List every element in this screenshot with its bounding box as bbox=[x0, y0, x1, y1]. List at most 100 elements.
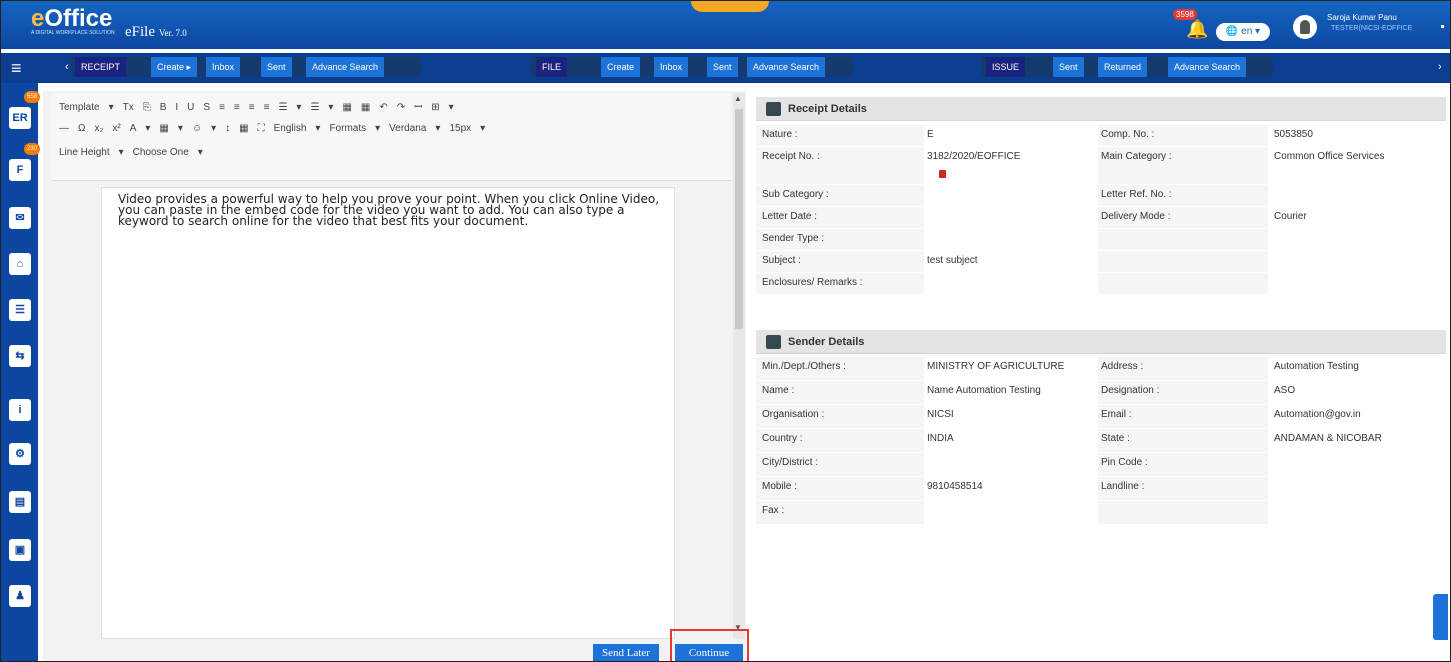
attachment-marker-icon[interactable] bbox=[939, 170, 946, 178]
nav-right-chevron-icon[interactable]: › bbox=[1438, 61, 1442, 73]
nav-receipt-inbox[interactable]: Inbox bbox=[206, 57, 241, 77]
field-value: Courier bbox=[1274, 211, 1307, 222]
toolbar-row2-item[interactable]: A bbox=[130, 123, 137, 134]
nav-receipt[interactable]: RECEIPT bbox=[75, 57, 127, 77]
toolbar-row2-item[interactable]: Formats bbox=[329, 123, 366, 134]
toolbar-row2-item[interactable]: English bbox=[274, 123, 307, 134]
toolbar-row2-item[interactable]: ▾ bbox=[480, 123, 485, 134]
toolbar-row2-item[interactable]: ↕ bbox=[225, 123, 230, 134]
header-more-dot bbox=[1441, 25, 1444, 28]
toolbar-row2-item[interactable]: Verdana bbox=[389, 123, 426, 134]
field-value: 5053850 bbox=[1274, 129, 1313, 140]
toolbar-row1-item[interactable]: ⎘ bbox=[143, 102, 151, 113]
receipt-count-badge: 558 bbox=[24, 91, 40, 103]
toolbar-row3-item[interactable]: ▾ bbox=[119, 147, 124, 158]
nav-issue-returned[interactable]: Returned bbox=[1098, 57, 1148, 77]
toolbar-row3-item[interactable]: ▾ bbox=[198, 147, 203, 158]
editor-content-area[interactable]: Video provides a powerful way to help yo… bbox=[101, 187, 675, 639]
field-label: State : bbox=[1101, 433, 1130, 444]
settings-menu-icon[interactable]: ⚙ bbox=[9, 443, 31, 465]
editor-scrollbar-thumb[interactable] bbox=[735, 109, 743, 329]
label-cell-bg bbox=[1098, 273, 1268, 294]
nav-issue-advance-search[interactable]: Advance Search bbox=[1168, 57, 1247, 77]
toolbar-row1-item[interactable]: ≡ bbox=[264, 102, 270, 113]
user-settings-icon[interactable]: ♟ bbox=[9, 585, 31, 607]
editor-text[interactable]: Video provides a powerful way to help yo… bbox=[118, 193, 663, 227]
home-menu-icon[interactable]: ⌂ bbox=[9, 253, 31, 275]
nav-file-sent[interactable]: Sent bbox=[707, 57, 738, 77]
toolbar-row1-item[interactable]: ▦ bbox=[361, 102, 370, 113]
nav-file-advance-search[interactable]: Advance Search bbox=[747, 57, 826, 77]
toolbar-row1-item[interactable]: B bbox=[160, 102, 167, 113]
avatar[interactable] bbox=[1293, 15, 1317, 39]
toolbar-row1-item[interactable]: Tx bbox=[123, 102, 134, 113]
dak-menu-icon[interactable]: ✉ bbox=[9, 207, 31, 229]
nav-file-create[interactable]: Create bbox=[601, 57, 641, 77]
toolbar-row2-item[interactable]: x₂ bbox=[94, 123, 103, 134]
app-frame: eOffice A DIGITAL WORKPLACE SOLUTION eFi… bbox=[0, 0, 1451, 662]
field-value: ASO bbox=[1274, 385, 1296, 396]
transfer-menu-icon[interactable]: ⇆ bbox=[9, 345, 31, 367]
nav-issue-sent[interactable]: Sent bbox=[1053, 57, 1084, 77]
toolbar-row2-item[interactable]: 15px bbox=[449, 123, 471, 134]
receipt-menu-icon[interactable]: ER bbox=[9, 107, 31, 129]
send-later-button[interactable]: Send Later bbox=[593, 644, 659, 661]
collapse-header-tab[interactable] bbox=[691, 1, 769, 12]
scroll-up-icon[interactable]: ▲ bbox=[734, 94, 742, 103]
toolbar-row1-item[interactable]: ▾ bbox=[328, 102, 333, 113]
toolbar-row1-item[interactable]: ☰ bbox=[310, 102, 319, 113]
toolbar-row1-item[interactable]: ↶ bbox=[379, 102, 387, 113]
toolbar-row1-item[interactable]: ≡ bbox=[234, 102, 240, 113]
toolbar-row2-item[interactable]: ▾ bbox=[178, 123, 183, 134]
toolbar-row2-item[interactable]: ☺ bbox=[192, 123, 202, 134]
tracking-menu-icon[interactable]: i bbox=[9, 399, 31, 421]
toolbar-row1-item[interactable]: ꟷ bbox=[414, 102, 422, 113]
toolbar-row1-item[interactable]: U bbox=[187, 102, 194, 113]
toolbar-row1-item[interactable]: Template bbox=[59, 102, 100, 113]
toolbar-row1-item[interactable]: ▦ bbox=[342, 102, 351, 113]
side-panel-toggle[interactable] bbox=[1433, 594, 1448, 640]
nav-file-inbox[interactable]: Inbox bbox=[654, 57, 689, 77]
toolbar-row1-item[interactable]: ▾ bbox=[296, 102, 301, 113]
label-cell-bg bbox=[1098, 251, 1268, 272]
toolbar-row2-item[interactable]: x² bbox=[112, 123, 120, 134]
nav-receipt-create[interactable]: Create ▸ bbox=[151, 57, 198, 77]
toolbar-row2-item[interactable]: ▾ bbox=[435, 123, 440, 134]
personal-register-icon[interactable]: ☰ bbox=[9, 299, 31, 321]
toolbar-row1-item[interactable]: ▾ bbox=[109, 102, 114, 113]
nav-file[interactable]: FILE bbox=[536, 57, 568, 77]
nav-receipt-advance-search[interactable]: Advance Search bbox=[306, 57, 385, 77]
toolbar-row2-item[interactable]: Ω bbox=[78, 123, 85, 134]
nav-issue[interactable]: ISSUE bbox=[986, 57, 1026, 77]
eoffice-logo[interactable]: eOffice bbox=[31, 5, 112, 33]
toolbar-row3-item[interactable]: Line Height bbox=[59, 147, 110, 158]
toolbar-row2-item[interactable]: ⛶ bbox=[258, 123, 265, 134]
nav-left-chevron-icon[interactable]: ‹ bbox=[65, 61, 69, 73]
user-name[interactable]: Saroja Kumar Panu bbox=[1327, 13, 1397, 22]
nav-receipt-sent[interactable]: Sent bbox=[261, 57, 292, 77]
toolbar-row3-item[interactable]: Choose One bbox=[133, 147, 189, 158]
toolbar-row1-item[interactable]: ≡ bbox=[219, 102, 225, 113]
bell-icon[interactable]: 🔔 bbox=[1186, 19, 1208, 39]
archive-menu-icon[interactable]: ▣ bbox=[9, 539, 31, 561]
hamburger-icon[interactable]: ≡ bbox=[11, 59, 29, 77]
toolbar-row1-item[interactable]: I bbox=[175, 102, 178, 113]
file-menu-icon[interactable]: F bbox=[9, 159, 31, 181]
toolbar-row1-item[interactable]: ↷ bbox=[397, 102, 405, 113]
toolbar-row2-item[interactable]: ▾ bbox=[375, 123, 380, 134]
toolbar-row2-item[interactable]: ▦ bbox=[159, 123, 168, 134]
toolbar-row1-item[interactable]: ▾ bbox=[449, 102, 454, 113]
toolbar-row1-item[interactable]: ☰ bbox=[278, 102, 287, 113]
toolbar-row2-item[interactable]: — bbox=[59, 123, 69, 134]
toolbar-row2-item[interactable]: ▾ bbox=[315, 123, 320, 134]
field-label: Delivery Mode : bbox=[1101, 211, 1171, 222]
toolbar-row2-item[interactable]: ▦ bbox=[239, 123, 248, 134]
toolbar-row2-item[interactable]: ▾ bbox=[211, 123, 216, 134]
field-label: Min./Dept./Others : bbox=[762, 361, 846, 372]
toolbar-row1-item[interactable]: S bbox=[203, 102, 210, 113]
reports-menu-icon[interactable]: ▤ bbox=[9, 491, 31, 513]
language-selector[interactable]: 🌐 en ▾ bbox=[1216, 23, 1270, 41]
toolbar-row1-item[interactable]: ≡ bbox=[249, 102, 255, 113]
toolbar-row2-item[interactable]: ▾ bbox=[145, 123, 150, 134]
toolbar-row1-item[interactable]: ⊞ bbox=[431, 102, 439, 113]
